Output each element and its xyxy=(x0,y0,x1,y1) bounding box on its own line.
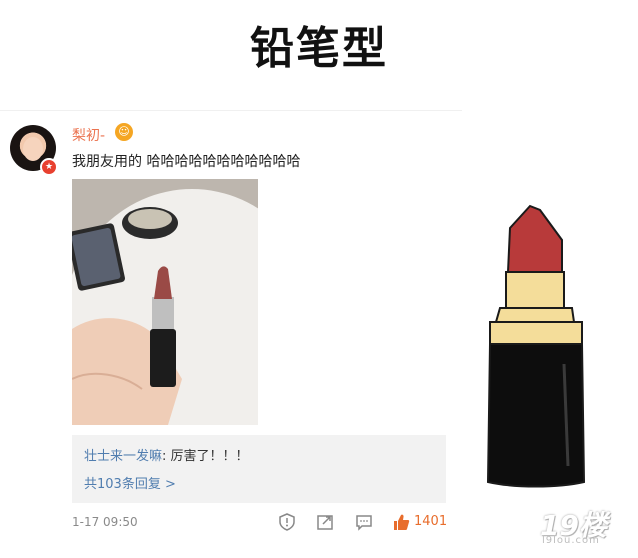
comment-preview[interactable]: 壮士来一发嘛: 厉害了！！！ 共103条回复 > xyxy=(72,435,446,503)
like-count: 1401 xyxy=(414,514,448,529)
like-icon[interactable] xyxy=(390,511,412,533)
share-icon[interactable] xyxy=(314,511,336,533)
username[interactable]: 梨初- xyxy=(72,125,105,145)
verified-badge-icon: ★ xyxy=(40,158,58,176)
comment-author[interactable]: 壮士来一发嘛 xyxy=(84,449,162,464)
comment-text: 厉害了！！！ xyxy=(170,449,249,464)
lipstick-drawing xyxy=(486,204,586,488)
comment-separator: : xyxy=(162,449,171,464)
view-replies-link[interactable]: 共103条回复 > xyxy=(84,473,176,492)
watermark-sub: l9lou.com xyxy=(542,535,600,546)
lipstick-photo xyxy=(72,179,258,425)
post-photo[interactable] xyxy=(72,179,258,425)
post-text: 我朋友用的 哈哈哈哈哈哈哈哈哈哈哈 xyxy=(72,154,301,170)
post-timestamp: 1-17 09:50 xyxy=(72,515,138,529)
report-icon[interactable] xyxy=(276,511,298,533)
emoji-icon: ☺ xyxy=(115,123,133,141)
avatar-face xyxy=(23,137,43,161)
comment-line: 壮士来一发嘛: 厉害了！！！ xyxy=(84,445,249,464)
page-title: 铅笔型 xyxy=(250,23,388,74)
comment-icon[interactable] xyxy=(353,511,375,533)
watermark-logo: 19楼 l9lou.com xyxy=(540,504,632,548)
weibo-post: ★ 梨初- ☺ 我朋友用的 哈哈哈哈哈哈哈哈哈哈哈 壮士来一发嘛: 厉害了！！！… xyxy=(0,110,462,558)
